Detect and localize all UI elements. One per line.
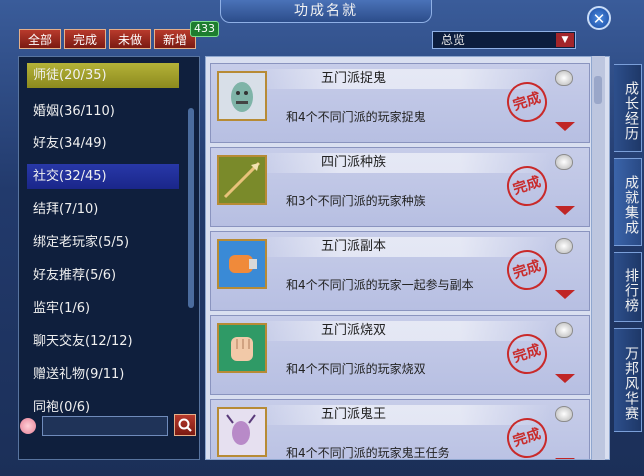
category-item[interactable]: 绑定老玩家(5/5)	[27, 230, 179, 255]
category-item[interactable]: 监牢(1/6)	[27, 296, 179, 321]
tab-achievement-collection[interactable]: 成就集成	[614, 158, 642, 246]
achievement-title: 四门派种族	[321, 155, 387, 170]
search-icon	[178, 418, 192, 432]
title-band	[251, 69, 551, 89]
category-scrollbar[interactable]	[188, 108, 194, 308]
achievement-title: 五门派烧双	[321, 323, 387, 338]
dropdown-selected-label: 总览	[441, 33, 466, 47]
peach-icon	[20, 418, 36, 434]
search-row	[18, 414, 200, 438]
peach-icon	[555, 322, 573, 338]
achievement-title: 五门派鬼王	[321, 407, 387, 422]
achievement-card[interactable]: 四门派种族 和3个不同门派的玩家种族 完成	[210, 147, 590, 227]
peach-icon	[555, 238, 573, 254]
scrollbar-thumb[interactable]	[594, 76, 602, 104]
title-band	[251, 405, 551, 425]
search-button[interactable]	[174, 414, 196, 436]
achievement-description: 和3个不同门派的玩家种族	[286, 194, 426, 208]
overview-dropdown[interactable]: 总览 ▼	[432, 31, 576, 49]
filter-done-button[interactable]: 完成	[64, 29, 106, 49]
title-band	[251, 153, 551, 173]
new-count-badge: 433	[190, 21, 219, 37]
close-button[interactable]: ✕	[587, 6, 611, 30]
title-band	[251, 321, 551, 341]
category-item[interactable]: 聊天交友(12/12)	[27, 329, 179, 354]
fist-icon	[217, 239, 267, 289]
hand-icon	[217, 323, 267, 373]
search-input[interactable]	[42, 416, 168, 436]
tab-wanbang-contest[interactable]: 万邦风华赛	[614, 328, 642, 432]
category-item[interactable]: 好友(34/49)	[27, 131, 179, 156]
tab-leaderboard[interactable]: 排行榜	[614, 252, 642, 322]
achievement-title: 五门派捉鬼	[321, 71, 387, 86]
category-item[interactable]: 好友推荐(5/6)	[27, 263, 179, 288]
ghost-icon	[217, 71, 267, 121]
achievement-card[interactable]: 五门派副本 和4个不同门派的玩家一起参与副本 完成	[210, 231, 590, 311]
expand-arrow-icon[interactable]	[555, 122, 575, 131]
peach-icon	[555, 154, 573, 170]
achievement-description: 和4个不同门派的玩家鬼王任务	[286, 446, 450, 460]
creature-icon	[217, 407, 267, 457]
arrow-icon	[217, 155, 267, 205]
peach-icon	[555, 406, 573, 422]
achievement-description: 和4个不同门派的玩家一起参与副本	[286, 278, 474, 292]
expand-arrow-icon[interactable]	[555, 458, 575, 459]
achievement-title: 五门派副本	[321, 239, 387, 254]
expand-arrow-icon[interactable]	[555, 290, 575, 299]
expand-arrow-icon[interactable]	[555, 374, 575, 383]
category-item[interactable]: 赠送礼物(9/11)	[27, 362, 179, 387]
achievement-card[interactable]: 五门派捉鬼 和4个不同门派的玩家捉鬼 完成	[210, 63, 590, 143]
category-list: 师徒(20/35) 婚姻(36/110) 好友(34/49) 社交(32/45)…	[18, 56, 200, 460]
achievement-description: 和4个不同门派的玩家捉鬼	[286, 110, 426, 124]
achievement-window: 功成名就 ✕ 全部 完成 未做 新增 433 总览 ▼ 师徒(20/35) 婚姻…	[0, 0, 644, 476]
peach-icon	[555, 70, 573, 86]
expand-arrow-icon[interactable]	[555, 206, 575, 215]
category-item[interactable]: 社交(32/45)	[27, 164, 179, 189]
achievement-list: 五门派捉鬼 和4个不同门派的玩家捉鬼 完成 四门派种族 和3个不同门派的玩家种族…	[205, 56, 610, 460]
achievement-description: 和4个不同门派的玩家烧双	[286, 362, 426, 376]
title-band	[251, 237, 551, 257]
category-item[interactable]: 师徒(20/35)	[27, 63, 179, 88]
category-item[interactable]: 婚姻(36/110)	[27, 99, 179, 124]
achievement-list-scrollbar[interactable]	[591, 56, 605, 460]
achievement-card[interactable]: 五门派鬼王 和4个不同门派的玩家鬼王任务 完成	[210, 399, 590, 460]
window-title: 功成名就	[220, 0, 432, 23]
filter-all-button[interactable]: 全部	[19, 29, 61, 49]
achievement-card[interactable]: 五门派烧双 和4个不同门派的玩家烧双 完成	[210, 315, 590, 395]
tab-growth-history[interactable]: 成长经历	[614, 64, 642, 152]
filter-undone-button[interactable]: 未做	[109, 29, 151, 49]
chevron-down-icon[interactable]: ▼	[556, 33, 574, 47]
category-item[interactable]: 结拜(7/10)	[27, 197, 179, 222]
